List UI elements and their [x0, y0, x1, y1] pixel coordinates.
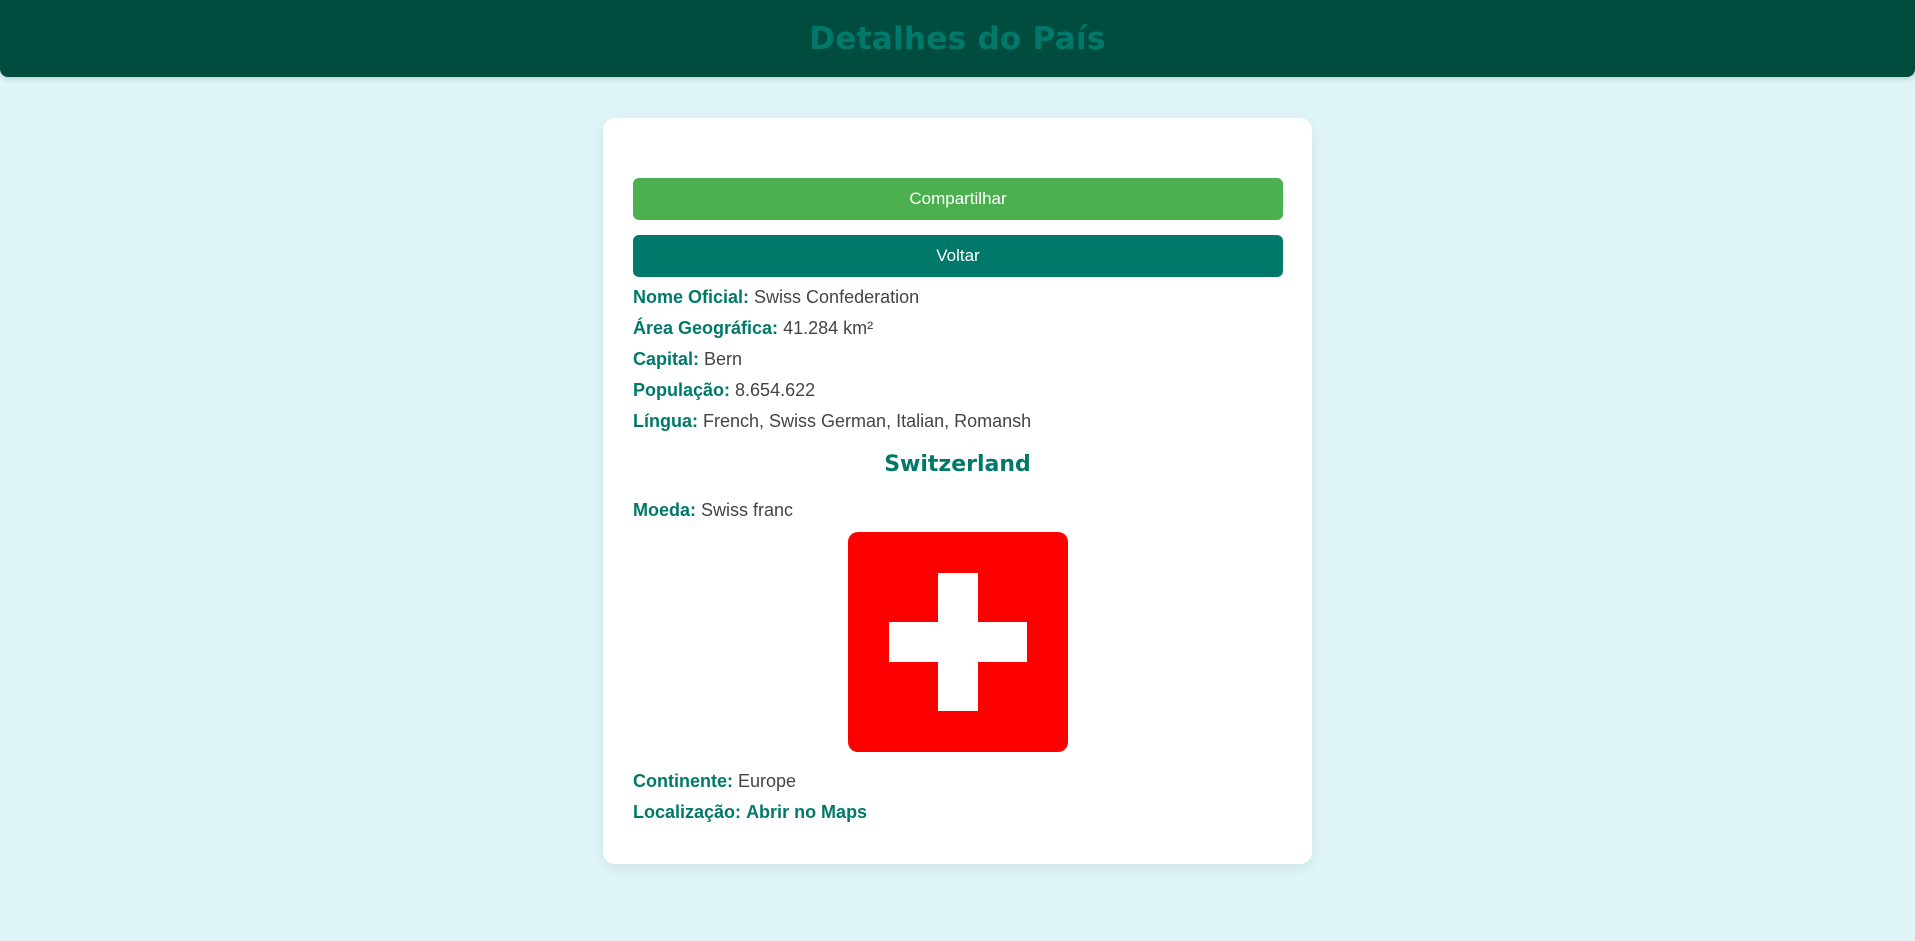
location-label: Localização: — [633, 802, 742, 822]
continent-value: Europe — [738, 771, 797, 791]
population-label: População: — [633, 380, 731, 400]
header-bar: Detalhes do País — [0, 0, 1915, 77]
continent-row: Continente: Europe — [633, 770, 796, 792]
continent-label: Continente: — [633, 771, 733, 791]
language-label: Língua: — [633, 411, 698, 431]
capital-value: Bern — [704, 349, 743, 369]
location-row: Localização: Abrir no Maps — [633, 801, 867, 823]
page-title: Detalhes do País — [809, 20, 1106, 57]
area-label: Área Geográfica: — [633, 318, 779, 338]
capital-row: Capital: Bern — [633, 348, 742, 370]
back-button[interactable]: Voltar — [633, 235, 1283, 277]
population-row: População: 8.654.622 — [633, 379, 815, 401]
language-row: Língua: French, Swiss German, Italian, R… — [633, 410, 1031, 432]
area-row: Área Geográfica: 41.284 km² — [633, 317, 873, 339]
official-name-value: Swiss Confederation — [754, 287, 920, 307]
flag-cross-horizontal — [889, 622, 1027, 662]
population-value: 8.654.622 — [735, 380, 816, 400]
capital-label: Capital: — [633, 349, 700, 369]
currency-row: Moeda: Swiss franc — [633, 499, 793, 521]
area-value: 41.284 km² — [783, 318, 874, 338]
official-name-row: Nome Oficial: Swiss Confederation — [633, 286, 919, 308]
share-button[interactable]: Compartilhar — [633, 178, 1283, 220]
currency-value: Swiss franc — [701, 500, 794, 520]
currency-label: Moeda: — [633, 500, 696, 520]
official-name-label: Nome Oficial: — [633, 287, 750, 307]
language-value: French, Swiss German, Italian, Romansh — [703, 411, 1032, 431]
country-name: Switzerland — [884, 452, 1031, 477]
country-details-card: Compartilhar Voltar Nome Oficial: Swiss … — [603, 118, 1312, 864]
open-in-maps-link[interactable]: Abrir no Maps — [746, 802, 867, 822]
swiss-flag-icon — [848, 532, 1068, 752]
